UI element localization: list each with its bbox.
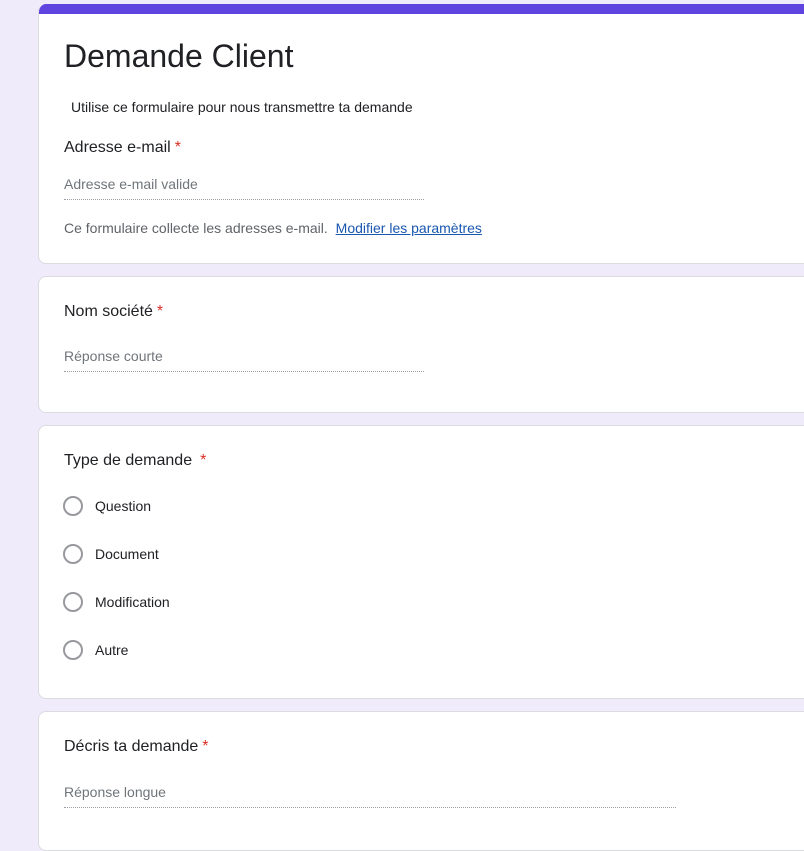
describe-question-label: Décris ta demande (64, 738, 199, 755)
collect-note-text: Ce formulaire collecte les adresses e-ma… (64, 220, 328, 236)
radio-label: Modification (95, 594, 170, 610)
type-question-label: Type de demande (64, 452, 193, 469)
accent-bar (39, 4, 804, 14)
required-asterisk: * (156, 303, 164, 320)
email-field[interactable]: Adresse e-mail valide (64, 174, 424, 200)
radio-circle-icon[interactable] (63, 496, 83, 516)
describe-question-card: Décris ta demande * Réponse longue (38, 711, 804, 851)
form-title: Demande Client (64, 38, 294, 74)
type-question-title: Type de demande * (64, 450, 206, 472)
describe-request-field[interactable]: Réponse longue (64, 782, 676, 808)
form-header-card: Demande Client Utilise ce formulaire pou… (38, 4, 804, 264)
radio-label: Question (95, 498, 152, 514)
email-collect-note: Ce formulaire collecte les adresses e-ma… (64, 218, 482, 238)
radio-option-document[interactable]: Document (63, 542, 159, 566)
settings-link[interactable]: Modifier les paramètres (336, 220, 482, 236)
describe-placeholder: Réponse longue (64, 784, 166, 800)
radio-option-autre[interactable]: Autre (63, 638, 128, 662)
radio-option-question[interactable]: Question (63, 494, 151, 518)
required-asterisk: * (174, 139, 181, 156)
email-question-label: Adresse e-mail (64, 139, 171, 156)
company-question-title: Nom société * (64, 301, 163, 323)
radio-label: Autre (95, 642, 129, 658)
form-description: Utilise ce formulaire pour nous transmet… (71, 99, 413, 115)
company-placeholder: Réponse courte (64, 348, 163, 364)
radio-circle-icon[interactable] (63, 640, 83, 660)
type-question-card: Type de demande * Question Document Modif… (38, 425, 804, 699)
radio-circle-icon[interactable] (63, 544, 83, 564)
required-asterisk: * (202, 738, 209, 755)
company-question-card: Nom société * Réponse courte (38, 276, 804, 413)
email-question-title: Adresse e-mail * (64, 137, 181, 159)
required-asterisk: * (200, 452, 207, 469)
describe-question-title: Décris ta demande * (64, 736, 209, 758)
radio-label: Document (95, 546, 159, 562)
company-name-field[interactable]: Réponse courte (64, 346, 424, 372)
radio-option-modification[interactable]: Modification (63, 590, 170, 614)
email-placeholder: Adresse e-mail valide (64, 176, 198, 192)
radio-circle-icon[interactable] (63, 592, 83, 612)
company-question-label: Nom société (64, 303, 153, 320)
